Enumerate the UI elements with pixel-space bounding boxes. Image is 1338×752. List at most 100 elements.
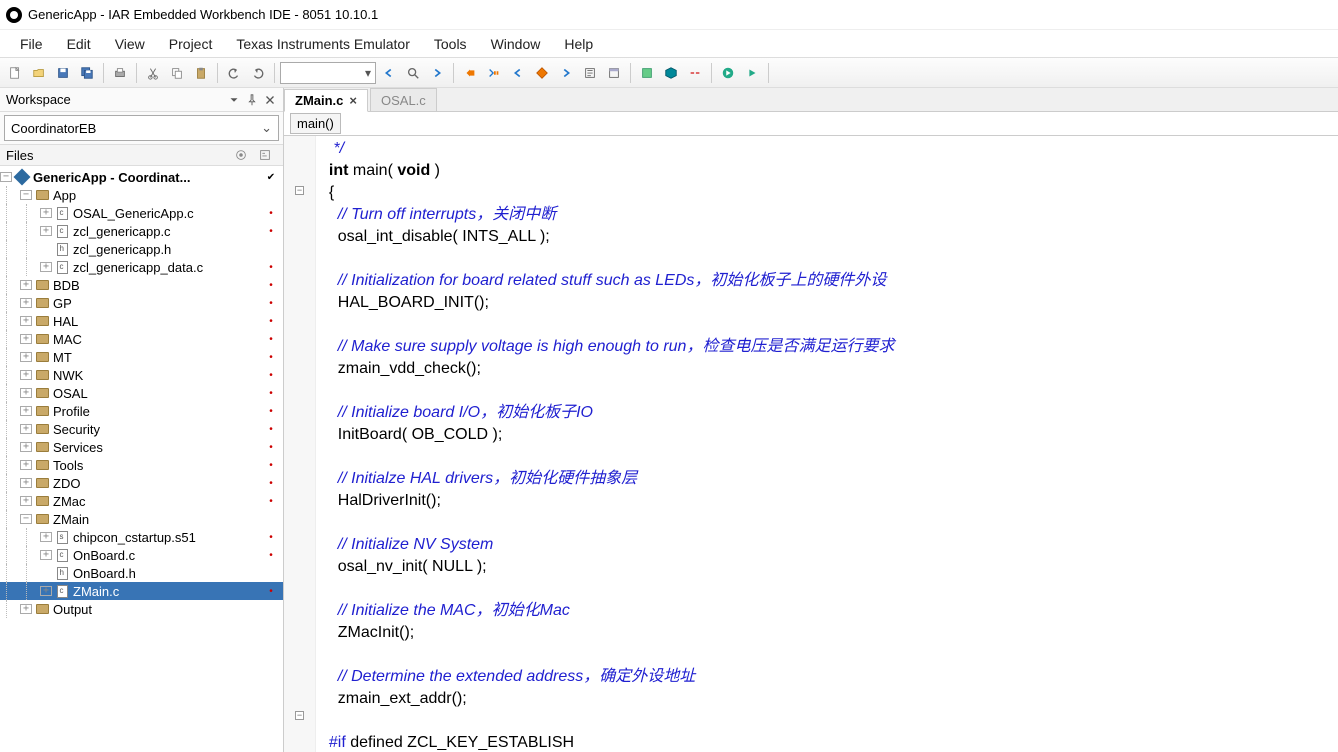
- c-file-icon: [57, 207, 68, 220]
- tree-file[interactable]: +OSAL_GenericApp.c•: [0, 204, 283, 222]
- save-button[interactable]: [52, 62, 74, 84]
- tree-folder-app[interactable]: −App: [0, 186, 283, 204]
- fold-icon[interactable]: −: [295, 186, 304, 195]
- workspace-title: Workspace: [6, 92, 223, 107]
- folder-icon: [36, 496, 49, 506]
- folder-icon: [36, 388, 49, 398]
- bookmark-next-button[interactable]: [483, 62, 505, 84]
- c-file-icon: [57, 261, 68, 274]
- bookmark-toggle-button[interactable]: [459, 62, 481, 84]
- tab-zmain[interactable]: ZMain.c ×: [284, 89, 368, 112]
- folder-icon: [36, 478, 49, 488]
- tree-folder-zmain[interactable]: −ZMain: [0, 510, 283, 528]
- tree-folder[interactable]: +BDB•: [0, 276, 283, 294]
- dropdown-icon[interactable]: [227, 93, 241, 107]
- tree-folder[interactable]: +ZMac•: [0, 492, 283, 510]
- tree-file[interactable]: OnBoard.h: [0, 564, 283, 582]
- build-column-icon: [253, 148, 277, 162]
- folder-icon: [36, 370, 49, 380]
- debug-no-download-button[interactable]: [741, 62, 763, 84]
- tab-label: ZMain.c: [295, 93, 343, 108]
- tree-folder[interactable]: +MT•: [0, 348, 283, 366]
- close-tab-icon[interactable]: ×: [349, 93, 357, 108]
- paste-button[interactable]: [190, 62, 212, 84]
- tree-file[interactable]: +zcl_genericapp.c•: [0, 222, 283, 240]
- tree-folder[interactable]: +Tools•: [0, 456, 283, 474]
- tab-osal[interactable]: OSAL.c: [370, 88, 437, 111]
- debug-button[interactable]: [717, 62, 739, 84]
- find-prev-button[interactable]: [378, 62, 400, 84]
- pin-icon[interactable]: [245, 93, 259, 107]
- c-file-icon: [57, 549, 68, 562]
- toolbar-separator: [136, 63, 137, 83]
- tree-folder-output[interactable]: +Output: [0, 600, 283, 618]
- menu-help[interactable]: Help: [554, 32, 603, 56]
- stop-build-button[interactable]: [684, 62, 706, 84]
- new-file-button[interactable]: [4, 62, 26, 84]
- find-next-button[interactable]: [426, 62, 448, 84]
- open-file-button[interactable]: [28, 62, 50, 84]
- code-gutter[interactable]: − −: [284, 136, 316, 752]
- nav-forward-button[interactable]: [555, 62, 577, 84]
- tree-folder[interactable]: +ZDO•: [0, 474, 283, 492]
- folder-icon: [36, 424, 49, 434]
- tree-folder[interactable]: +NWK•: [0, 366, 283, 384]
- close-icon[interactable]: [263, 93, 277, 107]
- tree-project[interactable]: −GenericApp - Coordinat...✔: [0, 168, 283, 186]
- bookmarks-window-button[interactable]: [603, 62, 625, 84]
- search-dropdown[interactable]: ▾: [280, 62, 376, 84]
- tree-folder[interactable]: +Security•: [0, 420, 283, 438]
- tree-file[interactable]: +chipcon_cstartup.s51•: [0, 528, 283, 546]
- undo-button[interactable]: [223, 62, 245, 84]
- bookmark-prev-button[interactable]: [507, 62, 529, 84]
- tree-folder[interactable]: +Services•: [0, 438, 283, 456]
- tree-folder[interactable]: +HAL•: [0, 312, 283, 330]
- folder-icon: [36, 352, 49, 362]
- redo-button[interactable]: [247, 62, 269, 84]
- tree-folder[interactable]: +GP•: [0, 294, 283, 312]
- menu-project[interactable]: Project: [159, 32, 223, 56]
- print-button[interactable]: [109, 62, 131, 84]
- save-all-button[interactable]: [76, 62, 98, 84]
- tree-folder[interactable]: +Profile•: [0, 402, 283, 420]
- workspace-header: Workspace: [0, 88, 283, 112]
- folder-icon: [36, 190, 49, 200]
- breadcrumb-item[interactable]: main(): [290, 113, 341, 134]
- code-content[interactable]: */ int main( void ) { // Turn off interr…: [316, 136, 1338, 752]
- tree-file[interactable]: zcl_genericapp.h: [0, 240, 283, 258]
- folder-icon: [36, 604, 49, 614]
- menu-view[interactable]: View: [105, 32, 155, 56]
- toolbar-separator: [711, 63, 712, 83]
- menu-ti-emulator[interactable]: Texas Instruments Emulator: [226, 32, 420, 56]
- folder-icon: [36, 514, 49, 524]
- status-column-icon: [229, 148, 253, 162]
- breakpoint-button[interactable]: [531, 62, 553, 84]
- toolbar-separator: [453, 63, 454, 83]
- tree-file[interactable]: +OnBoard.c•: [0, 546, 283, 564]
- c-file-icon: [57, 585, 68, 598]
- dropdown-arrow-icon: ⌄: [261, 120, 272, 136]
- tree-folder[interactable]: +OSAL•: [0, 384, 283, 402]
- tree-file-zmain-c[interactable]: +ZMain.c•: [0, 582, 283, 600]
- menu-edit[interactable]: Edit: [57, 32, 101, 56]
- c-file-icon: [57, 225, 68, 238]
- menu-window[interactable]: Window: [481, 32, 551, 56]
- goto-button[interactable]: [579, 62, 601, 84]
- tree-folder[interactable]: +MAC•: [0, 330, 283, 348]
- file-tree[interactable]: −GenericApp - Coordinat...✔ −App +OSAL_G…: [0, 166, 283, 752]
- folder-icon: [36, 334, 49, 344]
- config-selector[interactable]: CoordinatorEB ⌄: [4, 115, 279, 141]
- compile-button[interactable]: [636, 62, 658, 84]
- tree-file[interactable]: +zcl_genericapp_data.c•: [0, 258, 283, 276]
- make-button[interactable]: [660, 62, 682, 84]
- toolbar-separator: [274, 63, 275, 83]
- code-area[interactable]: − − */ int main( void ) { // Turn off in…: [284, 136, 1338, 752]
- title-bar: GenericApp - IAR Embedded Workbench IDE …: [0, 0, 1338, 30]
- folder-icon: [36, 442, 49, 452]
- find-button[interactable]: [402, 62, 424, 84]
- fold-icon[interactable]: −: [295, 711, 304, 720]
- menu-tools[interactable]: Tools: [424, 32, 477, 56]
- menu-file[interactable]: File: [10, 32, 53, 56]
- copy-button[interactable]: [166, 62, 188, 84]
- cut-button[interactable]: [142, 62, 164, 84]
